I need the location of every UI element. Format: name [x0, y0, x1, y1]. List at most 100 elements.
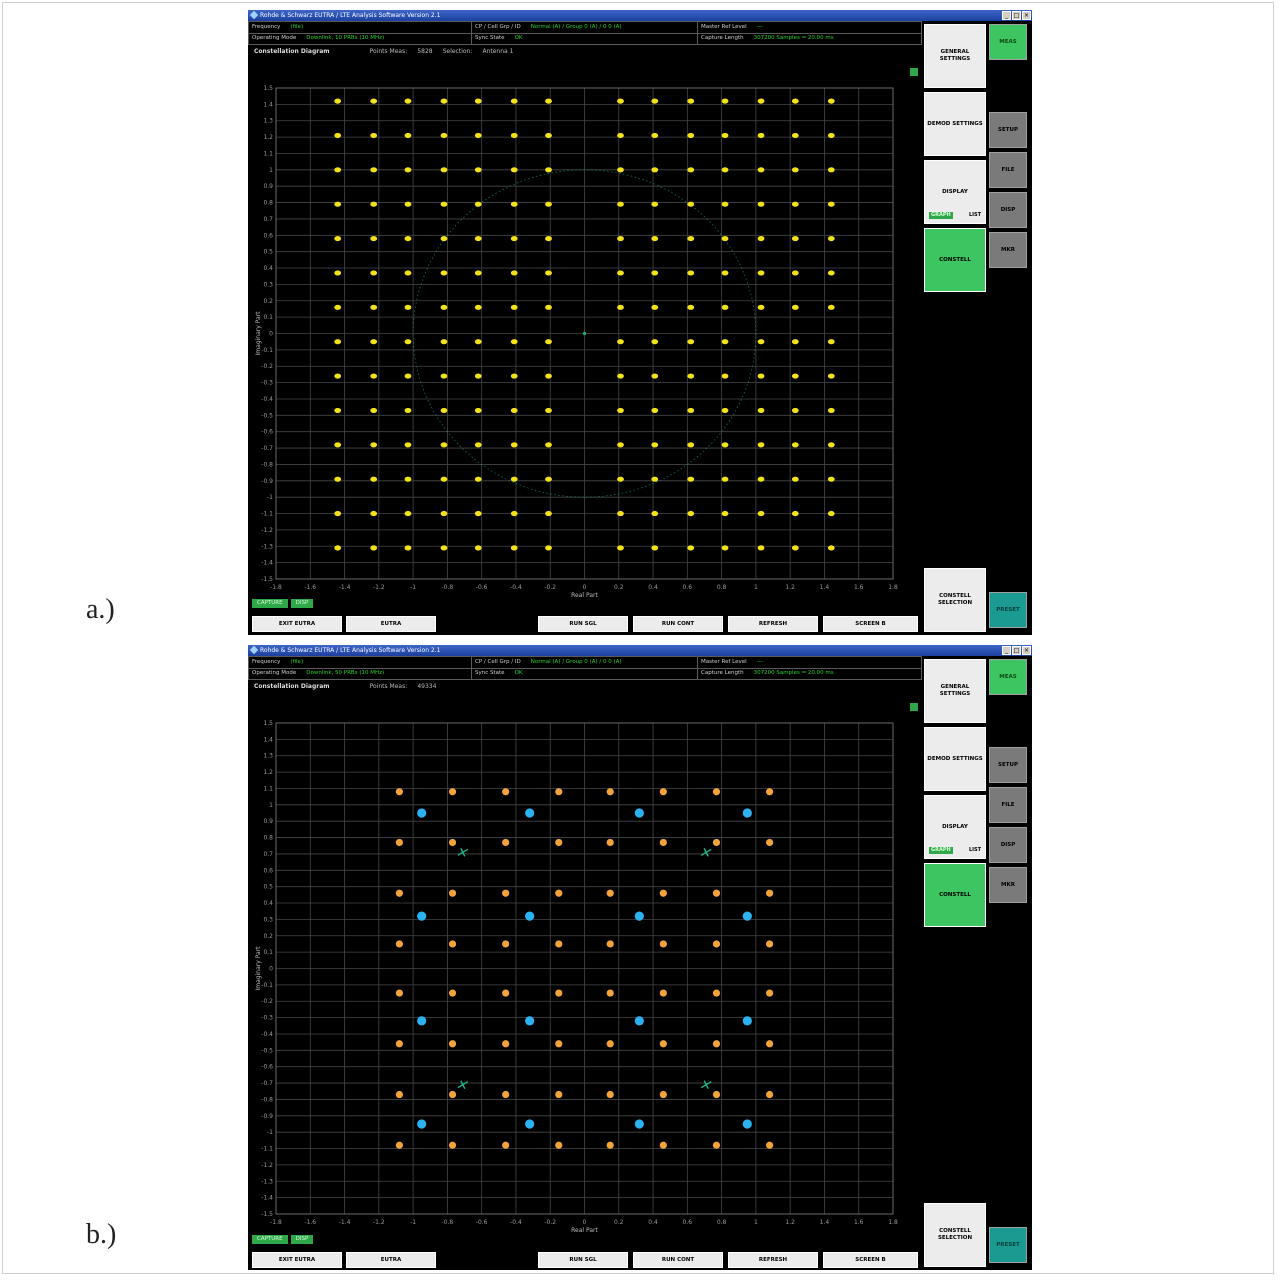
constellation-point-16qam [502, 940, 510, 948]
panel-label-b: b.) [86, 1219, 117, 1250]
meas-button[interactable]: MEAS [989, 24, 1027, 60]
graph-option[interactable]: GRAPH [929, 212, 953, 219]
constellation-point-qpsk [742, 911, 752, 921]
y-tick-label: 1.5 [263, 85, 273, 92]
run-sgl-button[interactable]: RUN SGL [538, 616, 628, 632]
disp-button[interactable]: DISP [989, 192, 1027, 228]
constellation-point-16qam [766, 838, 774, 847]
preset-button[interactable]: PRESET [989, 1227, 1027, 1263]
constellation-point-16qam [448, 940, 457, 948]
constell-selection-button[interactable]: CONSTELL SELECTION [924, 568, 986, 632]
close-icon[interactable]: × [1022, 646, 1031, 655]
minimize-icon[interactable]: _ [1002, 646, 1011, 655]
demod-settings-button[interactable]: DEMOD SETTINGS [924, 92, 986, 156]
constellation-point-16qam [502, 989, 510, 997]
refresh-button[interactable]: REFRESH [728, 616, 818, 632]
constellation-point [827, 442, 835, 448]
constellation-point-qpsk [525, 808, 535, 818]
display-button[interactable]: DISPLAY GRAPH LIST [924, 160, 986, 224]
disp-status[interactable]: DISP [290, 1235, 314, 1244]
setup-button[interactable]: SETUP [989, 112, 1027, 148]
constell-selection-button[interactable]: CONSTELL SELECTION [924, 1203, 986, 1267]
screen-b-button[interactable]: SCREEN B [823, 616, 918, 632]
general-settings-button[interactable]: GENERAL SETTINGS [924, 659, 986, 723]
constellation-point [651, 167, 659, 173]
constellation-point [617, 304, 624, 310]
constellation-point [757, 476, 765, 482]
maximize-icon[interactable]: □ [1012, 646, 1021, 655]
constellation-point-16qam [395, 788, 403, 796]
constellation-point [827, 545, 835, 551]
file-button[interactable]: FILE [989, 787, 1027, 823]
graph-option[interactable]: GRAPH [929, 847, 953, 854]
constellation-point [404, 545, 412, 551]
setup-button[interactable]: SETUP [989, 747, 1027, 783]
constellation-point [545, 476, 552, 482]
constellation-point [757, 201, 765, 207]
constellation-point [510, 304, 518, 310]
constellation-point-16qam [395, 989, 403, 997]
eutra-button[interactable]: EUTRA [346, 616, 436, 632]
run-cont-button[interactable]: RUN CONT [633, 616, 723, 632]
general-settings-button[interactable]: GENERAL SETTINGS [924, 24, 986, 88]
y-tick-label: -0.9 [261, 478, 273, 485]
constellation-point [827, 201, 835, 207]
constellation-point-16qam [659, 989, 667, 997]
exit-eutra-button[interactable]: EXIT EUTRA [252, 616, 342, 632]
constellation-point-16qam [766, 940, 774, 948]
capture-status[interactable]: CAPTURE [252, 1235, 288, 1244]
preset-button[interactable]: PRESET [989, 592, 1027, 628]
display-button[interactable]: DISPLAY GRAPH LIST [924, 795, 986, 859]
meas-button[interactable]: MEAS [989, 659, 1027, 695]
list-option[interactable]: LIST [969, 847, 981, 854]
constell-button[interactable]: CONSTELL [924, 863, 986, 927]
constellation-point [510, 339, 518, 345]
constellation-point [404, 476, 412, 482]
maximize-icon[interactable]: □ [1012, 11, 1021, 20]
disp-status[interactable]: DISP [290, 599, 314, 608]
constellation-point-16qam [712, 1040, 721, 1048]
demod-settings-button[interactable]: DEMOD SETTINGS [924, 727, 986, 791]
y-tick-label: 0 [269, 331, 273, 338]
constellation-point [474, 545, 482, 551]
y-tick-label: -0.1 [261, 982, 273, 989]
exit-eutra-button[interactable]: EXIT EUTRA [252, 1252, 342, 1268]
constellation-point [827, 373, 835, 379]
constellation-point-16qam [712, 1090, 721, 1099]
y-tick-label: -0.6 [261, 429, 273, 436]
mkr-button[interactable]: MKR [989, 232, 1027, 268]
x-tick-label: 0.6 [683, 1219, 693, 1226]
constellation-point [827, 407, 835, 414]
screen-b-button[interactable]: SCREEN B [823, 1252, 918, 1268]
minimize-icon[interactable]: _ [1002, 11, 1011, 20]
constellation-point-16qam [502, 1090, 510, 1099]
constellation-point [440, 304, 448, 310]
close-icon[interactable]: × [1022, 11, 1031, 20]
disp-button[interactable]: DISP [989, 827, 1027, 863]
run-cont-button[interactable]: RUN CONT [633, 1252, 723, 1268]
list-option[interactable]: LIST [969, 212, 981, 219]
capture-status[interactable]: CAPTURE [252, 599, 288, 608]
constellation-point [510, 98, 518, 104]
y-tick-label: -1.3 [261, 1178, 273, 1185]
x-axis-label: Real Part [571, 1227, 598, 1234]
constellation-point [827, 167, 835, 173]
constellation-point [617, 132, 624, 139]
constellation-point-16qam [395, 940, 403, 948]
constellation-point [617, 510, 624, 517]
constell-button[interactable]: CONSTELL [924, 228, 986, 292]
header-capture-length: Capture Length 307200 Samples = 20.00 ms [701, 670, 834, 676]
constellation-point-bpsk [700, 1080, 712, 1090]
constellation-point [791, 407, 799, 414]
file-button[interactable]: FILE [989, 152, 1027, 188]
eutra-button[interactable]: EUTRA [346, 1252, 436, 1268]
y-tick-label: 1.3 [263, 753, 273, 760]
constellation-point [757, 510, 765, 517]
refresh-button[interactable]: REFRESH [728, 1252, 818, 1268]
constellation-point [404, 510, 412, 517]
run-sgl-button[interactable]: RUN SGL [538, 1252, 628, 1268]
x-tick-label: -1 [410, 1219, 416, 1226]
x-tick-label: 0.8 [717, 584, 727, 591]
constellation-point-16qam [712, 788, 721, 796]
mkr-button[interactable]: MKR [989, 867, 1027, 903]
